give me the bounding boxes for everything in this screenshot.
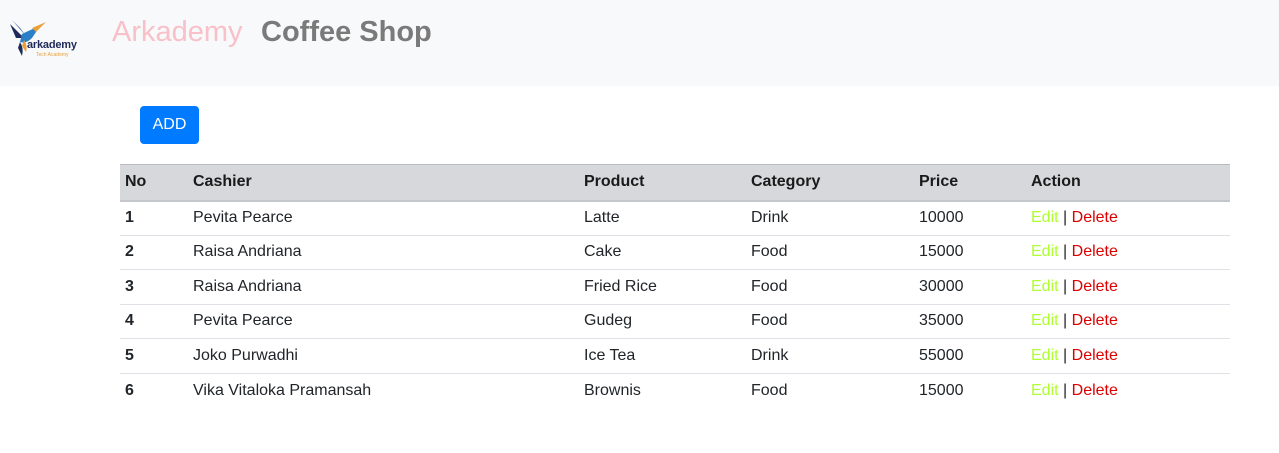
cell-category: Drink — [751, 209, 789, 226]
column-header-no: No — [120, 164, 188, 202]
cell-cashier: Raisa Andriana — [188, 269, 579, 304]
action-separator: | — [1063, 381, 1068, 399]
cell-category: Food — [746, 372, 914, 408]
cell-product: Fried Rice — [579, 269, 746, 304]
cell-price: 10000 — [919, 209, 964, 226]
arkademy-logo[interactable]: arkademy Tech Academy — [8, 18, 90, 64]
logo-wordmark: arkademy — [27, 39, 77, 51]
cell-price: 15000 — [914, 372, 1026, 408]
column-header-product: Product — [579, 164, 746, 202]
table-row: 6 Vika Vitaloka Pramansah Brownis Food 1… — [120, 372, 1230, 408]
edit-link[interactable]: Edit — [1031, 347, 1059, 364]
delete-link[interactable]: Delete — [1072, 382, 1118, 399]
column-header-cashier: Cashier — [188, 164, 579, 202]
cell-price: 35000 — [914, 303, 1026, 339]
page-title: Coffee Shop — [261, 16, 432, 48]
cell-no: 2 — [120, 234, 188, 270]
add-button[interactable]: ADD — [140, 106, 199, 144]
table-row: 4 Pevita Pearce Gudeg Food 35000 Edit | … — [120, 303, 1230, 339]
table-row: 5 Joko Purwadhi Ice Tea Drink 55000 Edit… — [120, 338, 1230, 373]
logo-tagline: Tech Academy — [36, 52, 69, 58]
delete-link[interactable]: Delete — [1072, 243, 1118, 260]
cell-cashier: Vika Vitaloka Pramansah — [188, 372, 579, 408]
cell-product: Brownis — [579, 372, 746, 408]
transactions-table: No Cashier Product Category Price Action… — [120, 164, 1230, 408]
cell-cashier: Joko Purwadhi — [188, 338, 579, 373]
cell-cashier: Raisa Andriana — [188, 234, 579, 270]
table-row: 2 Raisa Andriana Cake Food 15000 Edit | … — [120, 234, 1230, 270]
table-header-row: No Cashier Product Category Price Action — [120, 164, 1230, 202]
edit-link[interactable]: Edit — [1031, 278, 1059, 295]
table-row: 1 Pevita Pearce Latte Drink 10000 Edit |… — [120, 201, 1230, 236]
cell-price: 30000 — [914, 269, 1026, 304]
cell-action: Edit | Delete — [1026, 338, 1230, 373]
cell-no: 3 — [120, 269, 188, 304]
cell-action: Edit | Delete — [1026, 303, 1230, 339]
edit-link[interactable]: Edit — [1031, 312, 1059, 329]
cell-price: 15000 — [914, 234, 1026, 270]
edit-link[interactable]: Edit — [1031, 382, 1059, 399]
cell-category: Food — [746, 234, 914, 270]
cell-product: Latte — [584, 209, 620, 226]
cell-category: Food — [746, 269, 914, 304]
cell-no: 1 — [125, 209, 134, 226]
action-separator: | — [1063, 346, 1068, 364]
delete-link[interactable]: Delete — [1072, 209, 1118, 226]
cell-price: 55000 — [914, 338, 1026, 373]
action-separator: | — [1063, 243, 1068, 261]
edit-link[interactable]: Edit — [1031, 209, 1059, 226]
cell-action: Edit | Delete — [1026, 372, 1230, 408]
cell-category: Food — [746, 303, 914, 339]
delete-link[interactable]: Delete — [1072, 278, 1118, 295]
action-separator: | — [1063, 277, 1068, 295]
cell-action: Edit | Delete — [1026, 234, 1230, 270]
delete-link[interactable]: Delete — [1072, 347, 1118, 364]
cell-category: Drink — [746, 338, 914, 373]
action-separator: | — [1063, 312, 1068, 330]
cell-product: Ice Tea — [579, 338, 746, 373]
action-separator: | — [1063, 209, 1068, 226]
cell-no: 4 — [120, 303, 188, 339]
cell-action: Edit | Delete — [1026, 269, 1230, 304]
cell-no: 6 — [120, 372, 188, 408]
table-header: No Cashier Product Category Price Action — [120, 164, 1230, 202]
cell-action: Edit | Delete — [1026, 201, 1230, 236]
column-header-category: Category — [746, 164, 914, 202]
cell-cashier: Pevita Pearce — [193, 209, 293, 226]
brand-name[interactable]: Arkademy — [112, 16, 243, 49]
column-header-action: Action — [1026, 164, 1230, 202]
delete-link[interactable]: Delete — [1072, 312, 1118, 329]
table-row: 3 Raisa Andriana Fried Rice Food 30000 E… — [120, 269, 1230, 304]
navbar: arkademy Tech Academy Arkademy Coffee Sh… — [0, 0, 1279, 86]
cell-no: 5 — [120, 338, 188, 373]
table-body: 1 Pevita Pearce Latte Drink 10000 Edit |… — [120, 201, 1230, 408]
column-header-price: Price — [914, 164, 1026, 202]
cell-product: Cake — [579, 234, 746, 270]
cell-product: Gudeg — [579, 303, 746, 339]
edit-link[interactable]: Edit — [1031, 243, 1059, 260]
cell-cashier: Pevita Pearce — [188, 303, 579, 339]
